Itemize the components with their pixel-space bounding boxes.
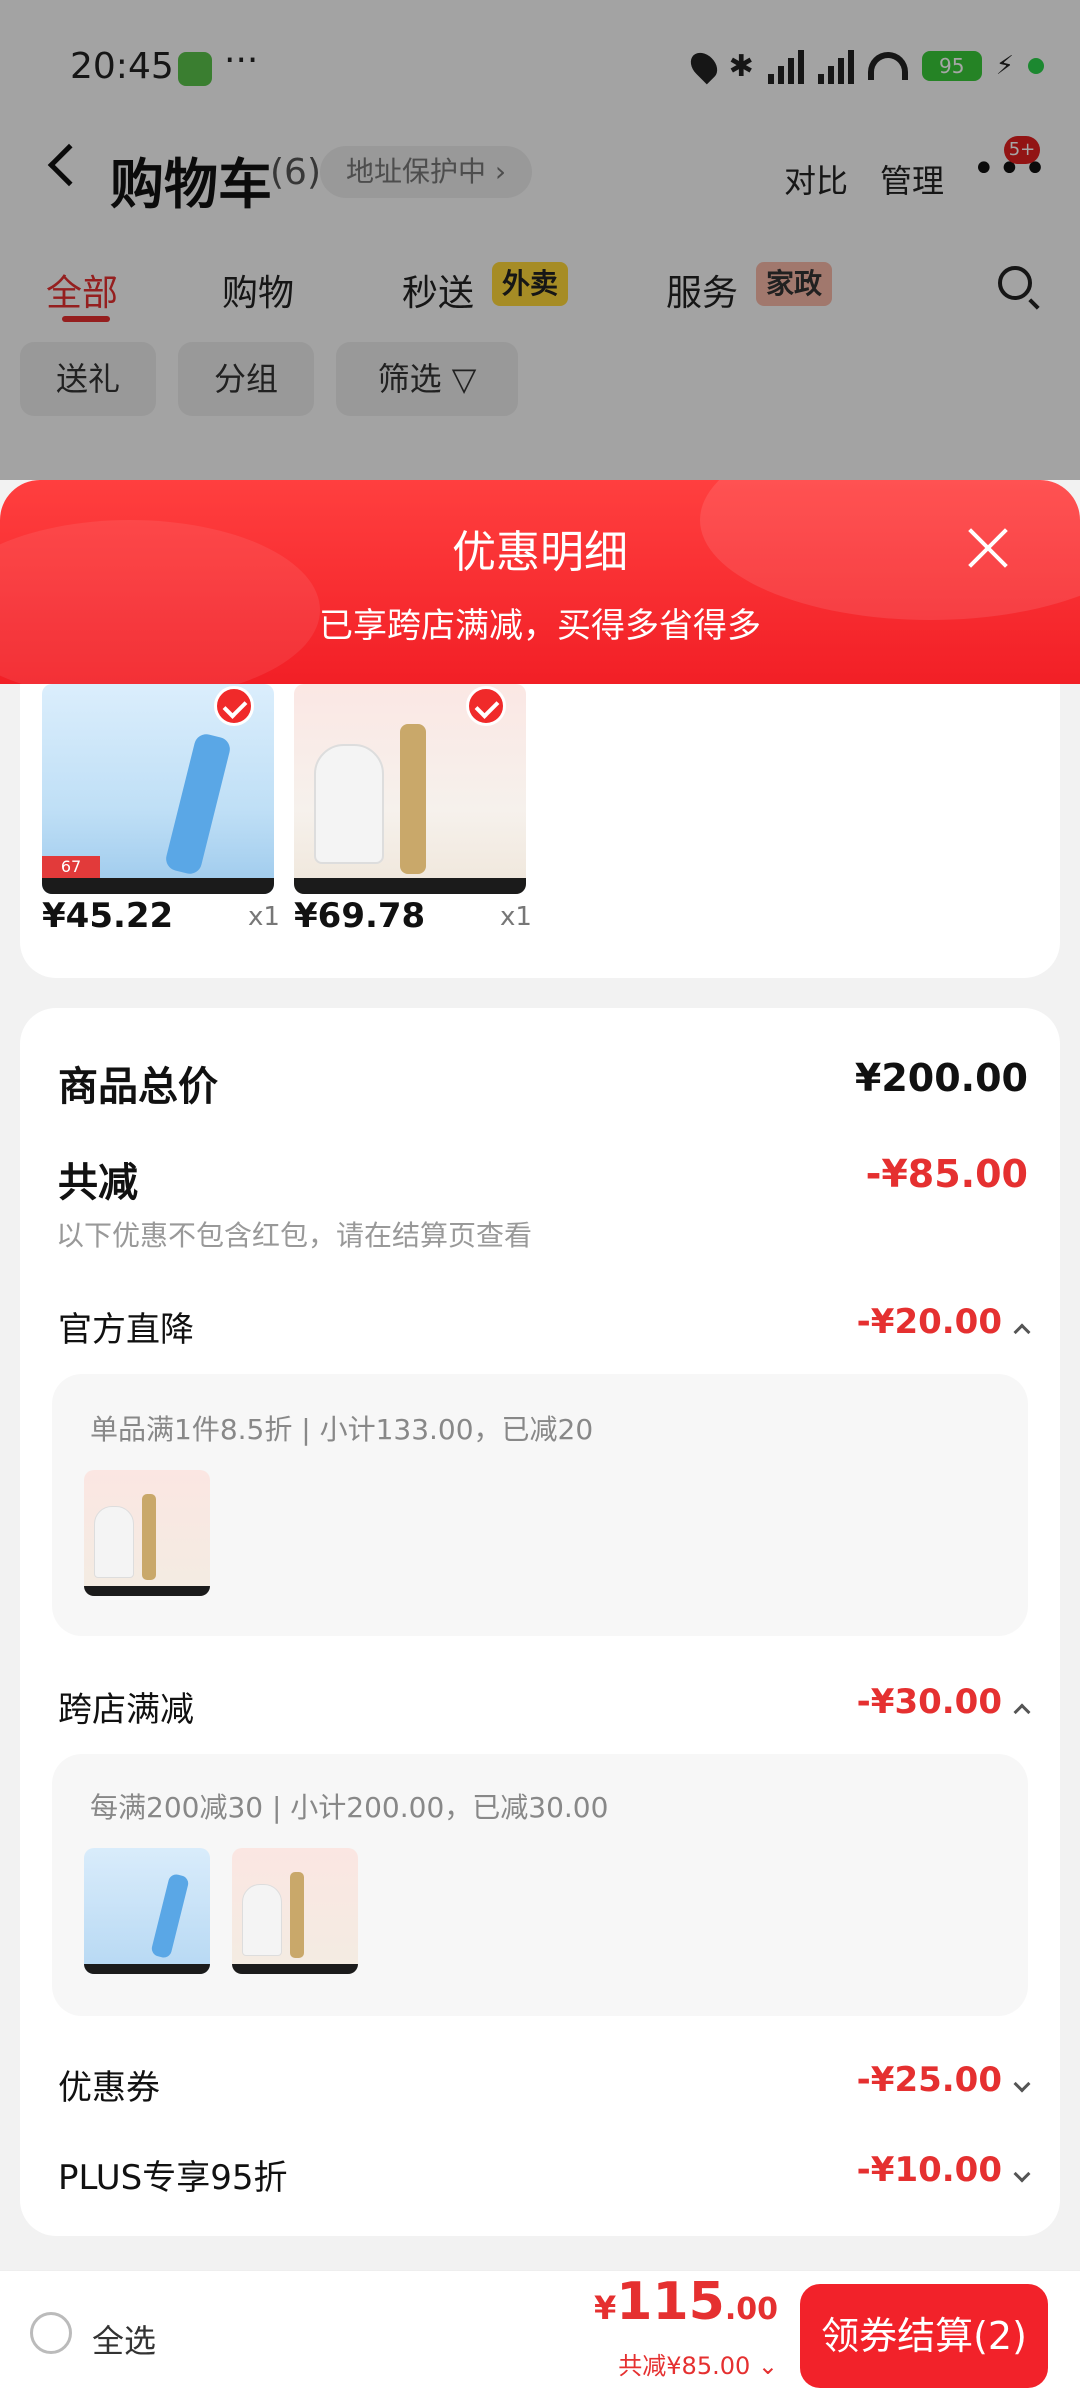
total-discount-label: 共减	[58, 1160, 138, 1206]
cross-store-discount-label: 跨店满减	[58, 1690, 194, 1730]
official-discount-toggle[interactable]: -¥20.00	[856, 1302, 1031, 1342]
plus-discount-value: -¥10.00	[856, 2150, 1002, 2190]
checkout-button[interactable]: 领券结算(2)	[800, 2284, 1048, 2388]
total-payable: ¥115.00	[594, 2272, 778, 2332]
select-all-checkbox[interactable]	[30, 2312, 72, 2354]
cross-store-discount-value: -¥30.00	[856, 1682, 1002, 1722]
sheet-subtitle: 已享跨店满减，买得多省得多	[319, 606, 761, 646]
official-discount-detail-text: 单品满1件8.5折 | 小计133.00，已减20	[90, 1413, 594, 1446]
product-quantity: x1	[500, 902, 532, 932]
official-discount-label: 官方直降	[58, 1310, 194, 1350]
select-all-label[interactable]: 全选	[92, 2316, 156, 2362]
background-page: 20:45 ··· ✱ 95 ⚡ 购物车 (6) 地址保护中 › 对比 管理 •…	[0, 0, 1080, 500]
cross-store-discount-toggle[interactable]: -¥30.00	[856, 1682, 1031, 1722]
detail-product-thumbnail[interactable]	[232, 1848, 358, 1974]
chevron-down-icon	[1013, 2165, 1031, 2182]
product-image-badge: 67	[42, 856, 100, 878]
coupon-toggle[interactable]: -¥25.00	[856, 2060, 1031, 2100]
dim-overlay[interactable]	[0, 0, 1080, 480]
official-discount-value: -¥20.00	[856, 1302, 1002, 1342]
product-checked-icon	[466, 686, 506, 726]
total-discount-value: -¥85.00	[865, 1152, 1028, 1196]
coupon-label: 优惠券	[58, 2068, 160, 2108]
cross-store-discount-detail-text: 每满200减30 | 小计200.00，已减30.00	[90, 1791, 609, 1824]
product-quantity: x1	[248, 902, 280, 932]
total-decimal: .00	[724, 2292, 778, 2327]
detail-product-thumbnail[interactable]	[84, 1848, 210, 1974]
plus-discount-toggle[interactable]: -¥10.00	[856, 2150, 1031, 2190]
discount-sheet-header: 优惠明细 已享跨店满减，买得多省得多	[0, 480, 1080, 684]
total-price-value: ¥200.00	[854, 1056, 1028, 1100]
detail-product-thumbnail[interactable]	[84, 1470, 210, 1596]
total-saved-toggle[interactable]: 共减¥85.00 ⌄	[618, 2346, 778, 2381]
product-checked-icon	[214, 686, 254, 726]
plus-discount-label: PLUS专享95折	[58, 2158, 288, 2198]
sheet-title: 优惠明细	[452, 527, 628, 578]
chevron-down-icon	[1013, 2075, 1031, 2092]
chevron-up-icon	[1013, 1703, 1031, 1720]
total-integer: 115	[616, 2272, 725, 2332]
product-price: ¥69.78	[294, 896, 426, 936]
discount-note: 以下优惠不包含红包，请在结算页查看	[56, 1219, 533, 1252]
chevron-up-icon	[1013, 1323, 1031, 1340]
close-icon[interactable]	[960, 520, 1016, 576]
coupon-value: -¥25.00	[856, 2060, 1002, 2100]
total-price-label: 商品总价	[58, 1064, 218, 1110]
total-currency: ¥	[594, 2289, 617, 2327]
product-price: ¥45.22	[42, 896, 174, 936]
